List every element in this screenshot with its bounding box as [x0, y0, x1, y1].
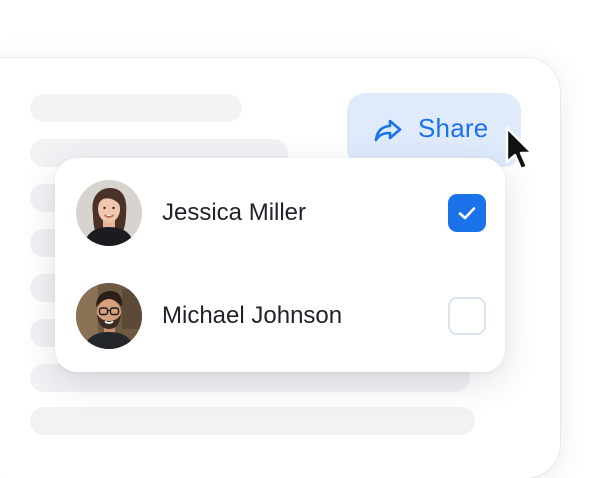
person-name: Jessica Miller [162, 199, 307, 226]
checkbox-unchecked[interactable] [448, 297, 486, 335]
person-row-jessica-miller[interactable]: Jessica Miller [76, 180, 486, 246]
share-button[interactable]: Share [347, 93, 521, 167]
skeleton-line [30, 94, 242, 122]
share-popup: Jessica Miller Michael Johnson [55, 158, 505, 372]
skeleton-line [30, 407, 475, 435]
person-name: Michael Johnson [162, 302, 343, 329]
checkbox-checked[interactable] [448, 194, 486, 232]
person-row-michael-johnson[interactable]: Michael Johnson [76, 283, 486, 349]
share-label: Share [418, 112, 489, 143]
share-arrow-icon [374, 117, 404, 143]
avatar [76, 283, 142, 349]
mouse-pointer-icon [504, 126, 538, 174]
checkmark-icon [458, 207, 476, 220]
avatar [76, 180, 142, 246]
